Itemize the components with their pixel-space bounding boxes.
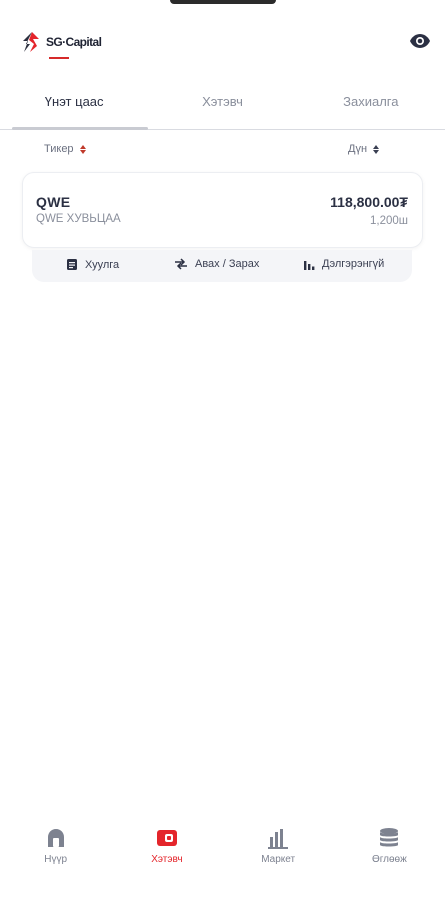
sort-by-amount[interactable]: Дүн: [348, 143, 380, 155]
home-icon: [44, 826, 68, 850]
tab-securities[interactable]: Үнэт цаас: [0, 88, 149, 130]
holding-card[interactable]: QWE QWE ХУВЬЦАА 118,800.00₮ 1,200ш: [22, 172, 423, 248]
holding-ticker: QWE: [36, 194, 71, 210]
sort-arrows-icon: [79, 144, 86, 154]
statement-icon: [67, 259, 77, 270]
nav-wallet-label: Хэтэвч: [151, 854, 183, 865]
details-button[interactable]: Дэлгэрэнгүй: [303, 258, 384, 270]
swap-icon: [175, 258, 187, 270]
nav-home-label: Нүүр: [44, 854, 68, 865]
nav-home[interactable]: Нүүр: [0, 826, 111, 876]
tab-bar: Үнэт цаас Хэтэвч Захиалга: [0, 88, 445, 130]
tab-wallet[interactable]: Хэтэвч: [148, 88, 296, 129]
nav-coins-label: Өглөөж: [371, 854, 407, 865]
sort-amount-label: Дүн: [348, 143, 368, 155]
nav-wallet[interactable]: Хэтэвч: [111, 826, 222, 876]
bottom-navigation: Нүүр Хэтэвч Маркет Өглөөж: [0, 826, 445, 876]
market-chart-icon: [266, 826, 290, 850]
nav-market-label: Маркет: [261, 854, 296, 865]
wallet-icon: [155, 826, 179, 850]
holding-amount: 118,800.00₮: [330, 194, 408, 210]
buy-sell-button[interactable]: Авах / Зарах: [174, 258, 259, 270]
tab-orders[interactable]: Захиалга: [297, 88, 445, 129]
toggle-visibility-button[interactable]: [407, 30, 433, 52]
eye-icon: [410, 34, 430, 48]
bar-chart-icon: [304, 261, 315, 270]
sort-ticker-label: Тикер: [44, 143, 74, 155]
sort-arrows-icon: [373, 144, 380, 154]
statement-label: Хуулга: [85, 258, 120, 271]
coins-icon: [377, 826, 401, 850]
app-header: SG·Capital: [0, 26, 445, 60]
sg-capital-logo: SG·Capital: [19, 30, 102, 59]
logo-mark-icon: [23, 32, 39, 52]
details-label: Дэлгэрэнгүй: [322, 258, 385, 270]
statement-button[interactable]: Хуулга: [66, 258, 119, 271]
holding-company: QWE ХУВЬЦАА: [36, 213, 121, 225]
status-notch: [169, 0, 276, 4]
logo-text: SG·Capital: [46, 35, 102, 49]
holding-quantity: 1,200ш: [369, 215, 408, 227]
logo-underline: [49, 57, 69, 59]
sort-row: Тикер Дүн: [0, 143, 445, 159]
nav-coins[interactable]: Өглөөж: [334, 826, 445, 876]
sort-by-ticker[interactable]: Тикер: [44, 143, 86, 155]
holding-actions: Хуулга Авах / Зарах Дэлгэрэнгүй: [32, 250, 412, 282]
nav-market[interactable]: Маркет: [223, 826, 334, 876]
buy-sell-label: Авах / Зарах: [195, 258, 260, 270]
